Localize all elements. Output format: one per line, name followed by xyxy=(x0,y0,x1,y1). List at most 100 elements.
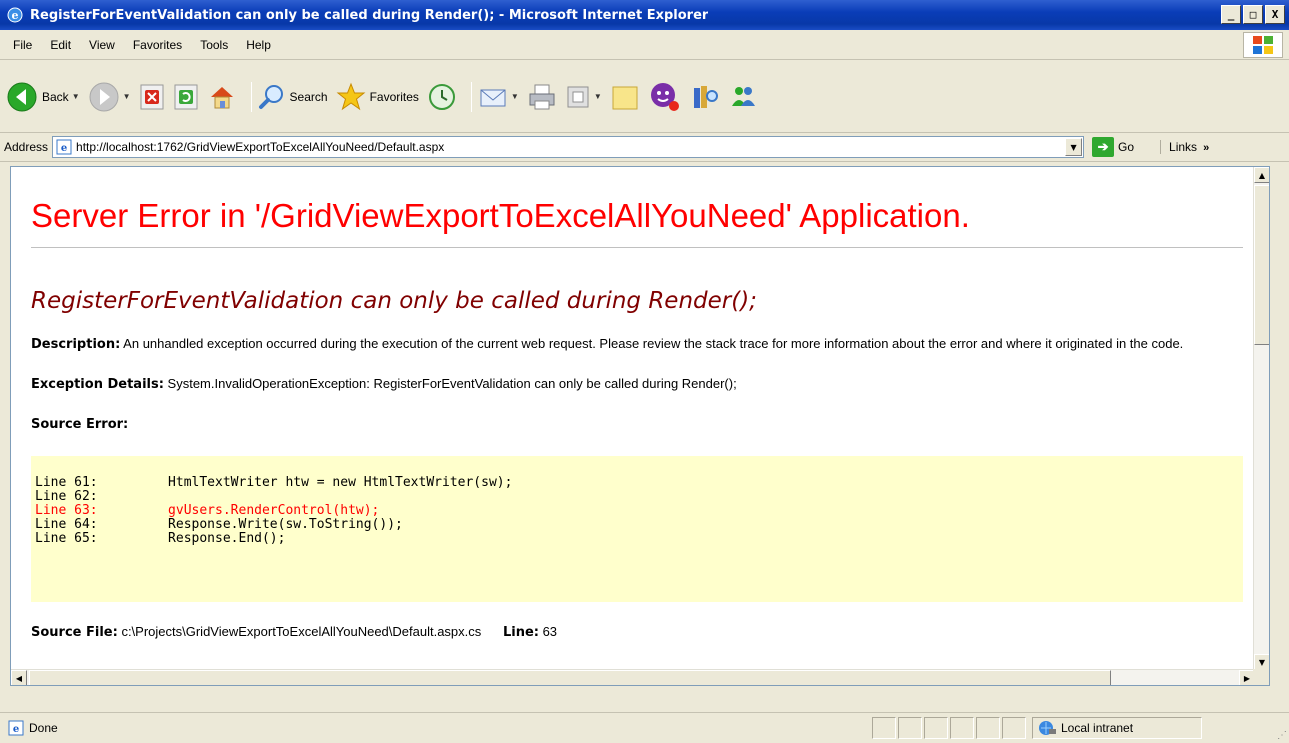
source-file-line: Source File: c:\Projects\GridViewExportT… xyxy=(31,624,1235,640)
back-arrow-icon xyxy=(7,82,37,111)
exception-text: System.InvalidOperationException: Regist… xyxy=(163,376,737,391)
code-line: Line 64: Response.Write(sw.ToString()); xyxy=(35,517,403,532)
go-label: Go xyxy=(1118,140,1135,154)
browser-viewport: Server Error in '/GridViewExportToExcelA… xyxy=(10,166,1270,686)
exception-paragraph: Exception Details: System.InvalidOperati… xyxy=(31,374,1221,394)
menu-bar: File Edit View Favorites Tools Help xyxy=(0,30,1289,60)
mail-button[interactable]: ▼ xyxy=(478,82,519,112)
refresh-icon xyxy=(174,84,198,109)
status-bar: e Done Local intranet ⋰ xyxy=(0,712,1289,743)
back-dropdown-icon[interactable]: ▼ xyxy=(72,92,80,101)
source-file-label: Source File: xyxy=(31,625,118,640)
favorites-label: Favorites xyxy=(369,89,419,104)
description-text: An unhandled exception occurred during t… xyxy=(120,336,1184,351)
edit-icon xyxy=(567,86,589,107)
msn-messenger-button[interactable] xyxy=(728,82,758,112)
maximize-button[interactable]: □ xyxy=(1243,5,1263,24)
msn-messenger-icon xyxy=(731,86,755,106)
discuss-button[interactable] xyxy=(610,82,640,112)
status-text: Done xyxy=(29,721,58,735)
note-icon xyxy=(612,86,638,109)
source-file-path: c:\Projects\GridViewExportToExcelAllYouN… xyxy=(117,624,482,639)
scrollbar-corner xyxy=(1253,669,1269,685)
close-button[interactable]: X xyxy=(1265,5,1285,24)
code-line: Line 65: Response.End(); xyxy=(35,531,286,546)
description-label: Description: xyxy=(31,337,121,352)
mail-dropdown-icon[interactable]: ▼ xyxy=(511,92,519,101)
address-label: Address xyxy=(4,140,49,154)
line-number: 63 xyxy=(538,624,558,639)
favorites-star-icon xyxy=(336,82,365,110)
menu-edit[interactable]: Edit xyxy=(41,38,80,52)
vertical-scrollbar[interactable]: ▲ ▼ xyxy=(1253,167,1269,670)
address-dropdown-icon[interactable]: ▼ xyxy=(1065,138,1083,156)
code-line: Line 61: HtmlTextWriter htw = new HtmlTe… xyxy=(35,475,513,490)
menu-help[interactable]: Help xyxy=(237,38,280,52)
source-error-label: Source Error: xyxy=(31,417,129,432)
security-zone[interactable]: Local intranet xyxy=(1032,717,1202,739)
edit-button[interactable]: ▼ xyxy=(565,84,602,110)
forward-arrow-icon xyxy=(89,82,119,111)
print-icon xyxy=(529,84,555,109)
source-error-paragraph: Source Error: xyxy=(31,414,1221,434)
ie-page-icon: e xyxy=(8,720,24,736)
page-title: Server Error in '/GridViewExportToExcelA… xyxy=(31,197,1243,248)
home-icon xyxy=(210,86,233,108)
scroll-left-icon[interactable]: ◀ xyxy=(11,670,27,685)
links-chevron-icon: » xyxy=(1203,142,1210,154)
page-content: Server Error in '/GridViewExportToExcelA… xyxy=(11,167,1255,670)
address-bar: Address e ▼ ➔ Go Links » xyxy=(0,133,1289,162)
status-cell xyxy=(976,717,1000,739)
forward-button[interactable]: ▼ xyxy=(88,81,131,113)
toolbar: Back ▼ ▼ Search Favorites ▼ ▼ xyxy=(0,61,1289,133)
error-heading: RegisterForEventValidation can only be c… xyxy=(31,288,757,314)
home-button[interactable] xyxy=(207,82,237,112)
back-label: Back xyxy=(42,89,69,104)
history-icon xyxy=(428,83,455,110)
resize-grip-icon[interactable]: ⋰ xyxy=(1277,730,1287,741)
scroll-down-icon[interactable]: ▼ xyxy=(1254,654,1269,670)
messenger-button[interactable] xyxy=(648,80,682,114)
windows-logo-icon xyxy=(1243,32,1283,58)
links-label: Links xyxy=(1169,140,1198,154)
horizontal-scrollbar[interactable]: ◀ ▶ xyxy=(11,669,1255,685)
links-button[interactable]: Links » xyxy=(1160,140,1209,154)
stop-button[interactable] xyxy=(139,83,165,111)
svg-text:e: e xyxy=(61,143,67,154)
toolbar-separator xyxy=(470,81,472,112)
menu-favorites[interactable]: Favorites xyxy=(124,38,191,52)
scroll-up-icon[interactable]: ▲ xyxy=(1254,167,1269,183)
forward-dropdown-icon[interactable]: ▼ xyxy=(123,92,131,101)
status-main: e Done xyxy=(0,720,872,736)
go-button[interactable]: ➔ Go xyxy=(1092,137,1134,157)
search-label: Search xyxy=(289,89,328,104)
horizontal-scroll-thumb[interactable] xyxy=(29,670,1111,685)
go-arrow-icon: ➔ xyxy=(1092,137,1115,157)
window-title: RegisterForEventValidation can only be c… xyxy=(30,7,709,23)
vertical-scroll-thumb[interactable] xyxy=(1254,185,1269,345)
address-box: e ▼ xyxy=(52,136,1085,158)
search-button[interactable]: Search xyxy=(258,83,328,111)
status-cell xyxy=(924,717,948,739)
svg-text:e: e xyxy=(12,9,19,22)
address-input[interactable] xyxy=(76,140,1037,154)
print-button[interactable] xyxy=(527,82,557,112)
menu-view[interactable]: View xyxy=(80,38,124,52)
intranet-icon xyxy=(1039,721,1056,735)
line-label: Line: xyxy=(502,625,539,640)
media-button[interactable] xyxy=(427,82,457,112)
toolbar-separator xyxy=(250,81,252,112)
svg-text:e: e xyxy=(13,724,19,735)
favorites-button[interactable]: Favorites xyxy=(336,82,419,112)
exception-label: Exception Details: xyxy=(31,377,164,392)
zone-text: Local intranet xyxy=(1061,721,1134,735)
edit-dropdown-icon[interactable]: ▼ xyxy=(594,92,602,101)
menu-tools[interactable]: Tools xyxy=(191,38,237,52)
back-button[interactable]: Back ▼ xyxy=(6,81,80,113)
yahoo-messenger-icon xyxy=(650,82,679,111)
status-cell xyxy=(872,717,896,739)
menu-file[interactable]: File xyxy=(4,38,41,52)
minimize-button[interactable]: _ xyxy=(1221,5,1241,24)
research-button[interactable] xyxy=(690,82,720,112)
refresh-button[interactable] xyxy=(173,83,199,111)
